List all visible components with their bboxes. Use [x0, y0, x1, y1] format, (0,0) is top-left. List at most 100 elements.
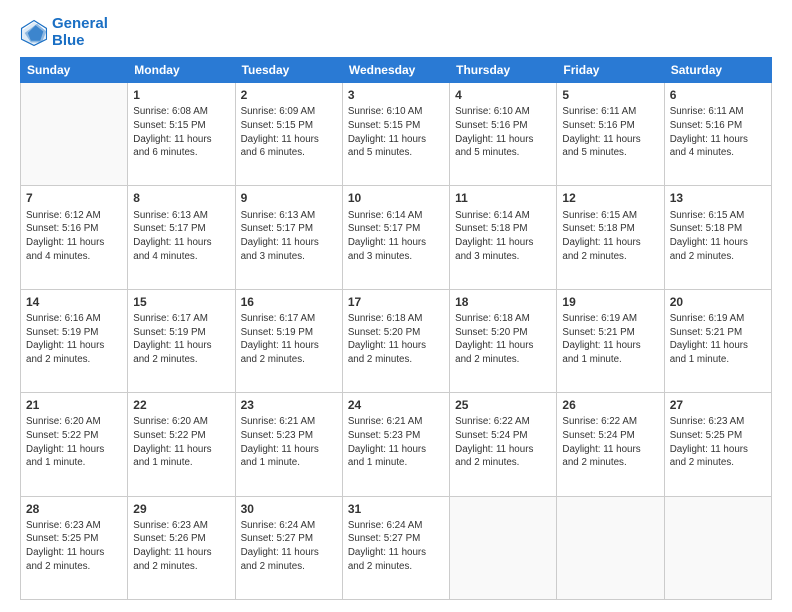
day-number: 15: [133, 294, 229, 310]
day-cell: 13 Sunrise: 6:15 AMSunset: 5:18 PMDayligh…: [664, 186, 771, 289]
day-cell: 10 Sunrise: 6:14 AMSunset: 5:17 PMDayligh…: [342, 186, 449, 289]
day-info: Sunrise: 6:09 AMSunset: 5:15 PMDaylight:…: [241, 105, 337, 160]
day-cell: 12Sunrise: 6:15 AMSunset: 5:18 PMDayligh…: [557, 186, 664, 289]
day-number: 11: [455, 190, 551, 206]
day-info: Sunrise: 6:23 AMSunset: 5:25 PMDaylight:…: [670, 415, 766, 470]
day-info: Sunrise: 6:10 AMSunset: 5:15 PMDaylight:…: [348, 105, 444, 160]
day-info: Sunrise: 6:20 AMSunset: 5:22 PMDaylight:…: [26, 415, 122, 470]
day-number: 21: [26, 397, 122, 413]
day-number: 2: [241, 87, 337, 103]
day-cell: 1 Sunrise: 6:08 AMSunset: 5:15 PMDaylight…: [128, 83, 235, 186]
day-number: 1: [133, 87, 229, 103]
day-number: 6: [670, 87, 766, 103]
day-cell: 26 Sunrise: 6:22 AMSunset: 5:24 PMDayligh…: [557, 393, 664, 496]
day-info: Sunrise: 6:11 AMSunset: 5:16 PMDaylight:…: [562, 105, 658, 160]
weekday-friday: Friday: [557, 58, 664, 83]
day-number: 9: [241, 190, 337, 206]
day-number: 24: [348, 397, 444, 413]
day-cell: 19Sunrise: 6:19 AMSunset: 5:21 PMDayligh…: [557, 289, 664, 392]
day-cell: 20 Sunrise: 6:19 AMSunset: 5:21 PMDayligh…: [664, 289, 771, 392]
day-number: 8: [133, 190, 229, 206]
day-cell: 18 Sunrise: 6:18 AMSunset: 5:20 PMDayligh…: [450, 289, 557, 392]
header: General Blue: [20, 16, 772, 49]
day-cell: 17 Sunrise: 6:18 AMSunset: 5:20 PMDayligh…: [342, 289, 449, 392]
day-info: Sunrise: 6:15 AMSunset: 5:18 PMDaylight:…: [670, 209, 766, 264]
weekday-monday: Monday: [128, 58, 235, 83]
day-cell: 6Sunrise: 6:11 AMSunset: 5:16 PMDaylight…: [664, 83, 771, 186]
day-cell: 28 Sunrise: 6:23 AMSunset: 5:25 PMDayligh…: [21, 496, 128, 599]
day-info: Sunrise: 6:08 AMSunset: 5:15 PMDaylight:…: [133, 105, 229, 160]
day-info: Sunrise: 6:17 AMSunset: 5:19 PMDaylight:…: [133, 312, 229, 367]
day-number: 17: [348, 294, 444, 310]
day-number: 4: [455, 87, 551, 103]
week-row-1: 7Sunrise: 6:12 AMSunset: 5:16 PMDaylight…: [21, 186, 772, 289]
day-number: 3: [348, 87, 444, 103]
day-info: Sunrise: 6:20 AMSunset: 5:22 PMDaylight:…: [133, 415, 229, 470]
day-number: 20: [670, 294, 766, 310]
day-cell: 3 Sunrise: 6:10 AMSunset: 5:15 PMDaylight…: [342, 83, 449, 186]
day-info: Sunrise: 6:21 AMSunset: 5:23 PMDaylight:…: [241, 415, 337, 470]
day-cell: [450, 496, 557, 599]
day-number: 18: [455, 294, 551, 310]
day-number: 14: [26, 294, 122, 310]
day-number: 13: [670, 190, 766, 206]
day-cell: 31 Sunrise: 6:24 AMSunset: 5:27 PMDayligh…: [342, 496, 449, 599]
logo-icon: [20, 19, 48, 47]
day-info: Sunrise: 6:23 AMSunset: 5:26 PMDaylight:…: [133, 519, 229, 574]
weekday-saturday: Saturday: [664, 58, 771, 83]
day-info: Sunrise: 6:18 AMSunset: 5:20 PMDaylight:…: [348, 312, 444, 367]
day-cell: 14 Sunrise: 6:16 AMSunset: 5:19 PMDayligh…: [21, 289, 128, 392]
day-info: Sunrise: 6:24 AMSunset: 5:27 PMDaylight:…: [241, 519, 337, 574]
weekday-wednesday: Wednesday: [342, 58, 449, 83]
day-cell: 27 Sunrise: 6:23 AMSunset: 5:25 PMDayligh…: [664, 393, 771, 496]
day-info: Sunrise: 6:13 AMSunset: 5:17 PMDaylight:…: [133, 209, 229, 264]
day-info: Sunrise: 6:13 AMSunset: 5:17 PMDaylight:…: [241, 209, 337, 264]
day-number: 10: [348, 190, 444, 206]
logo-text: General Blue: [52, 16, 108, 49]
day-number: 23: [241, 397, 337, 413]
page: General Blue SundayMondayTuesdayWednesda…: [0, 0, 792, 612]
day-info: Sunrise: 6:18 AMSunset: 5:20 PMDaylight:…: [455, 312, 551, 367]
day-number: 16: [241, 294, 337, 310]
weekday-sunday: Sunday: [21, 58, 128, 83]
day-info: Sunrise: 6:16 AMSunset: 5:19 PMDaylight:…: [26, 312, 122, 367]
day-info: Sunrise: 6:10 AMSunset: 5:16 PMDaylight:…: [455, 105, 551, 160]
day-number: 30: [241, 501, 337, 517]
day-number: 28: [26, 501, 122, 517]
day-info: Sunrise: 6:12 AMSunset: 5:16 PMDaylight:…: [26, 209, 122, 264]
day-info: Sunrise: 6:14 AMSunset: 5:17 PMDaylight:…: [348, 209, 444, 264]
day-cell: 29 Sunrise: 6:23 AMSunset: 5:26 PMDayligh…: [128, 496, 235, 599]
day-cell: 2 Sunrise: 6:09 AMSunset: 5:15 PMDaylight…: [235, 83, 342, 186]
day-cell: 9 Sunrise: 6:13 AMSunset: 5:17 PMDaylight…: [235, 186, 342, 289]
day-number: 25: [455, 397, 551, 413]
day-cell: 7Sunrise: 6:12 AMSunset: 5:16 PMDaylight…: [21, 186, 128, 289]
week-row-3: 21 Sunrise: 6:20 AMSunset: 5:22 PMDayligh…: [21, 393, 772, 496]
day-info: Sunrise: 6:24 AMSunset: 5:27 PMDaylight:…: [348, 519, 444, 574]
day-number: 19: [562, 294, 658, 310]
day-cell: [664, 496, 771, 599]
day-number: 31: [348, 501, 444, 517]
day-cell: 4 Sunrise: 6:10 AMSunset: 5:16 PMDaylight…: [450, 83, 557, 186]
day-info: Sunrise: 6:14 AMSunset: 5:18 PMDaylight:…: [455, 209, 551, 264]
day-cell: 15 Sunrise: 6:17 AMSunset: 5:19 PMDayligh…: [128, 289, 235, 392]
day-cell: 30 Sunrise: 6:24 AMSunset: 5:27 PMDayligh…: [235, 496, 342, 599]
weekday-tuesday: Tuesday: [235, 58, 342, 83]
day-cell: 22Sunrise: 6:20 AMSunset: 5:22 PMDayligh…: [128, 393, 235, 496]
day-info: Sunrise: 6:23 AMSunset: 5:25 PMDaylight:…: [26, 519, 122, 574]
day-number: 29: [133, 501, 229, 517]
day-number: 27: [670, 397, 766, 413]
calendar-table: SundayMondayTuesdayWednesdayThursdayFrid…: [20, 57, 772, 600]
day-info: Sunrise: 6:15 AMSunset: 5:18 PMDaylight:…: [562, 209, 658, 264]
day-cell: [557, 496, 664, 599]
day-info: Sunrise: 6:19 AMSunset: 5:21 PMDaylight:…: [670, 312, 766, 367]
day-cell: 16Sunrise: 6:17 AMSunset: 5:19 PMDayligh…: [235, 289, 342, 392]
week-row-2: 14 Sunrise: 6:16 AMSunset: 5:19 PMDayligh…: [21, 289, 772, 392]
day-cell: 5 Sunrise: 6:11 AMSunset: 5:16 PMDaylight…: [557, 83, 664, 186]
day-info: Sunrise: 6:22 AMSunset: 5:24 PMDaylight:…: [562, 415, 658, 470]
day-info: Sunrise: 6:21 AMSunset: 5:23 PMDaylight:…: [348, 415, 444, 470]
weekday-thursday: Thursday: [450, 58, 557, 83]
day-cell: 25Sunrise: 6:22 AMSunset: 5:24 PMDayligh…: [450, 393, 557, 496]
day-number: 5: [562, 87, 658, 103]
day-number: 26: [562, 397, 658, 413]
day-cell: 8 Sunrise: 6:13 AMSunset: 5:17 PMDaylight…: [128, 186, 235, 289]
